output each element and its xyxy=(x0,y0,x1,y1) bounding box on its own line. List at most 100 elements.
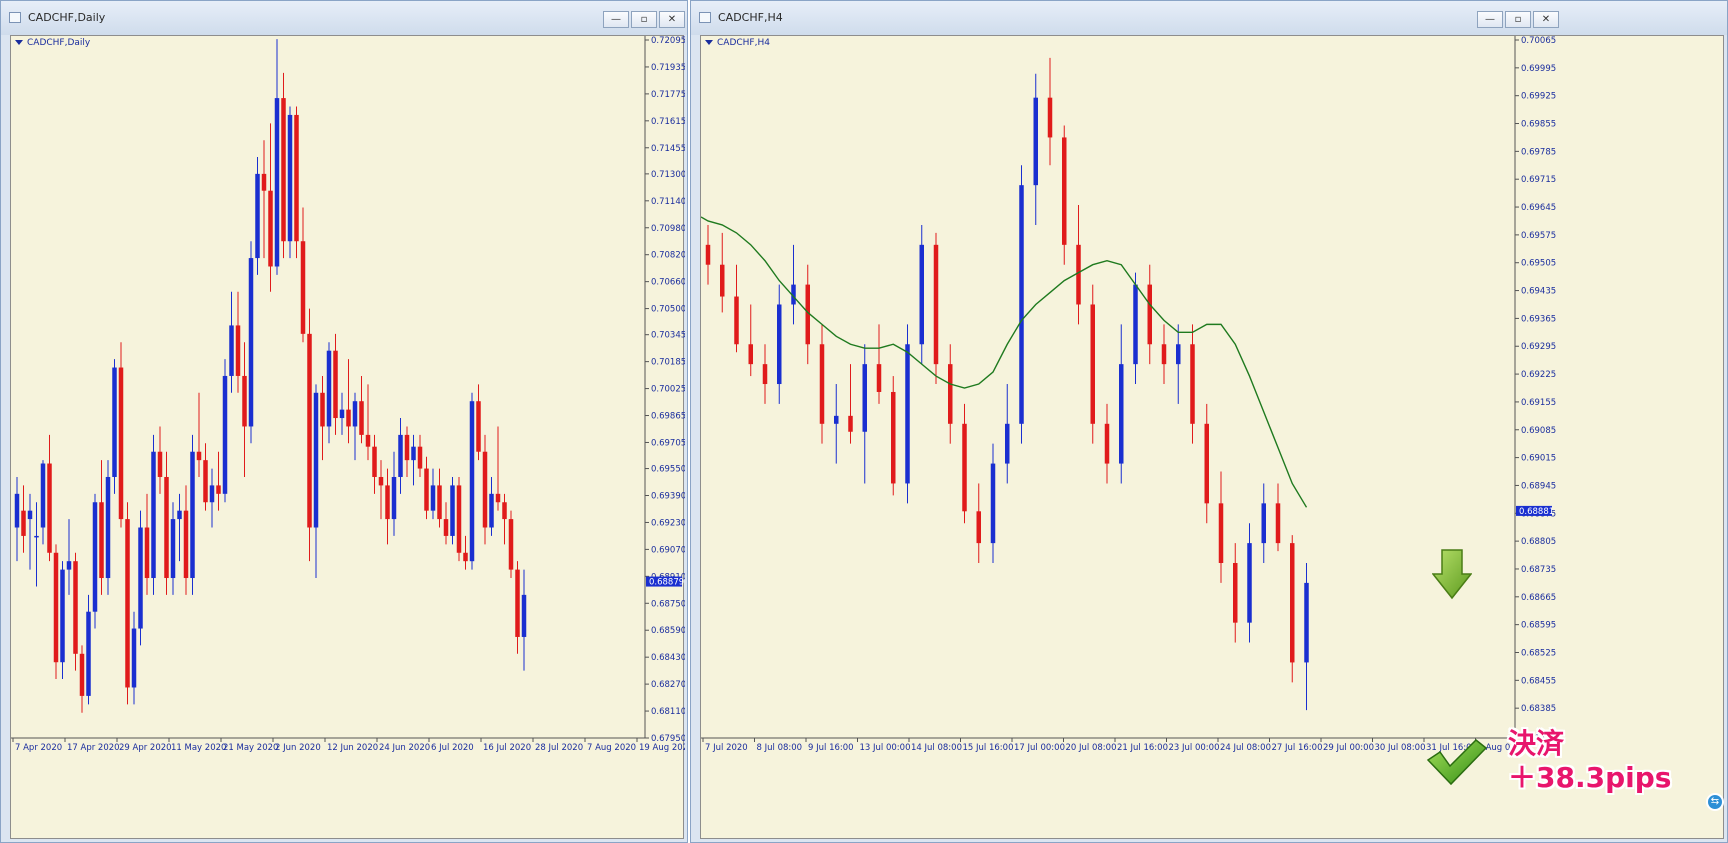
price-tick-label: 0.71775 xyxy=(651,90,685,100)
minimize-button[interactable]: — xyxy=(603,11,629,28)
candle xyxy=(365,384,371,461)
price-tick-label: 0.69365 xyxy=(1521,314,1556,324)
candle xyxy=(326,342,332,444)
candle xyxy=(268,123,273,292)
price-tick-label: 0.68595 xyxy=(1521,621,1556,631)
candle-body xyxy=(203,460,208,503)
candle-body xyxy=(164,476,169,579)
candle-body xyxy=(222,375,228,494)
candle xyxy=(216,451,221,511)
candle-body xyxy=(144,527,150,579)
time-tick-label: 6 Jul 2020 xyxy=(431,743,474,753)
candle xyxy=(990,443,996,564)
candle xyxy=(1019,165,1024,444)
candle xyxy=(359,375,364,444)
candle-body xyxy=(346,409,351,427)
price-tick-label: 0.68525 xyxy=(1521,648,1556,658)
price-tick-label: 0.69785 xyxy=(1521,147,1556,157)
price-tick-label: 0.71615 xyxy=(651,117,685,127)
candle-body xyxy=(359,401,364,435)
candle xyxy=(339,392,345,435)
candle-body xyxy=(73,561,78,654)
candle xyxy=(242,342,247,477)
candle-body xyxy=(876,364,882,392)
daily-chart-window[interactable]: CADCHF,Daily — ▫ ✕ CADCHF,Daily 0.72095 0… xyxy=(0,0,688,843)
candle xyxy=(1218,471,1224,583)
candle-body xyxy=(21,510,26,536)
candle-body xyxy=(333,350,338,419)
candle xyxy=(53,544,59,680)
candle xyxy=(203,443,208,511)
candle-body xyxy=(720,264,725,297)
candle xyxy=(385,468,390,545)
candle-body xyxy=(1161,344,1167,365)
candle xyxy=(21,485,26,553)
candle-body xyxy=(1104,423,1110,464)
price-tick-label: 0.69575 xyxy=(1521,231,1556,241)
candle-body xyxy=(705,244,711,265)
candle-body xyxy=(430,485,436,511)
candle-body xyxy=(190,451,195,579)
candle xyxy=(502,493,507,545)
candle xyxy=(734,264,739,353)
price-tick-label: 0.69230 xyxy=(651,518,685,528)
candle-body xyxy=(53,552,59,663)
h4-window-titlebar[interactable]: CADCHF,H4 — ▫ ✕ xyxy=(691,1,1727,35)
price-tick-label: 0.70500 xyxy=(651,305,685,315)
candle xyxy=(281,72,286,259)
candle-body xyxy=(489,493,494,528)
minimize-button[interactable]: — xyxy=(1477,11,1503,28)
candle xyxy=(450,476,455,545)
candle xyxy=(495,426,501,511)
time-tick-label: 17 Apr 2020 xyxy=(67,743,120,753)
sync-icon[interactable]: ⇆ xyxy=(1706,793,1724,811)
candle xyxy=(157,426,163,494)
candle-body xyxy=(919,244,924,345)
daily-window-title: CADCHF,Daily xyxy=(28,11,106,24)
close-button[interactable]: ✕ xyxy=(1533,11,1559,28)
time-tick-label: 23 Jul 00:00 xyxy=(1169,743,1220,753)
candle xyxy=(79,645,85,713)
h4-chart-area[interactable]: CADCHF,H4 0.70065 0.69995 0.69925 0.69855 0.… xyxy=(700,35,1724,839)
candle xyxy=(933,232,939,385)
maximize-button[interactable]: ▫ xyxy=(1505,11,1531,28)
candle xyxy=(417,434,423,477)
candle-body xyxy=(933,244,939,365)
candle-body xyxy=(14,493,20,528)
h4-chart-window[interactable]: CADCHF,H4 — ▫ ✕ CADCHF,H4 0.70065 0.69995… xyxy=(690,0,1728,843)
daily-candlestick-chart[interactable]: 0.72095 0.71935 0.71775 0.71615 0.71455 0.713… xyxy=(11,36,685,840)
daily-window-titlebar[interactable]: CADCHF,Daily — ▫ ✕ xyxy=(1,1,687,35)
time-tick-label: 8 Jul 08:00 xyxy=(757,743,803,753)
time-tick-label: 29 Apr 2020 xyxy=(119,743,172,753)
daily-chart-area[interactable]: CADCHF,Daily 0.72095 0.71935 0.71775 0.7161… xyxy=(10,35,685,840)
candle xyxy=(183,485,189,595)
candle-body xyxy=(40,463,46,528)
candle-body xyxy=(1147,284,1152,345)
candle xyxy=(424,456,429,520)
candle-body xyxy=(482,451,488,528)
h4-candlestick-chart[interactable]: 0.70065 0.69995 0.69925 0.69855 0.69785 0.697… xyxy=(701,36,1725,840)
maximize-button[interactable]: ▫ xyxy=(631,11,657,28)
candle xyxy=(34,502,39,587)
price-tick-label: 0.69705 xyxy=(651,438,685,448)
candle xyxy=(482,434,488,545)
candle xyxy=(151,434,156,595)
candle xyxy=(437,468,442,528)
candle-body xyxy=(261,173,267,191)
candle xyxy=(762,344,768,404)
candle-body xyxy=(34,535,39,538)
candle xyxy=(196,392,202,477)
close-button[interactable]: ✕ xyxy=(659,11,685,28)
candle-body xyxy=(1233,563,1238,623)
candle xyxy=(1290,535,1295,683)
candle xyxy=(86,594,91,705)
candle xyxy=(834,384,839,464)
candle-body xyxy=(138,527,143,629)
candle-body xyxy=(463,552,468,562)
candle-body xyxy=(86,611,91,696)
price-tick-label: 0.69435 xyxy=(1521,287,1556,297)
price-tick-label: 0.69505 xyxy=(1521,259,1556,269)
candle xyxy=(131,611,137,705)
candle xyxy=(307,308,312,562)
time-tick-label: 28 Jul 2020 xyxy=(535,743,583,753)
